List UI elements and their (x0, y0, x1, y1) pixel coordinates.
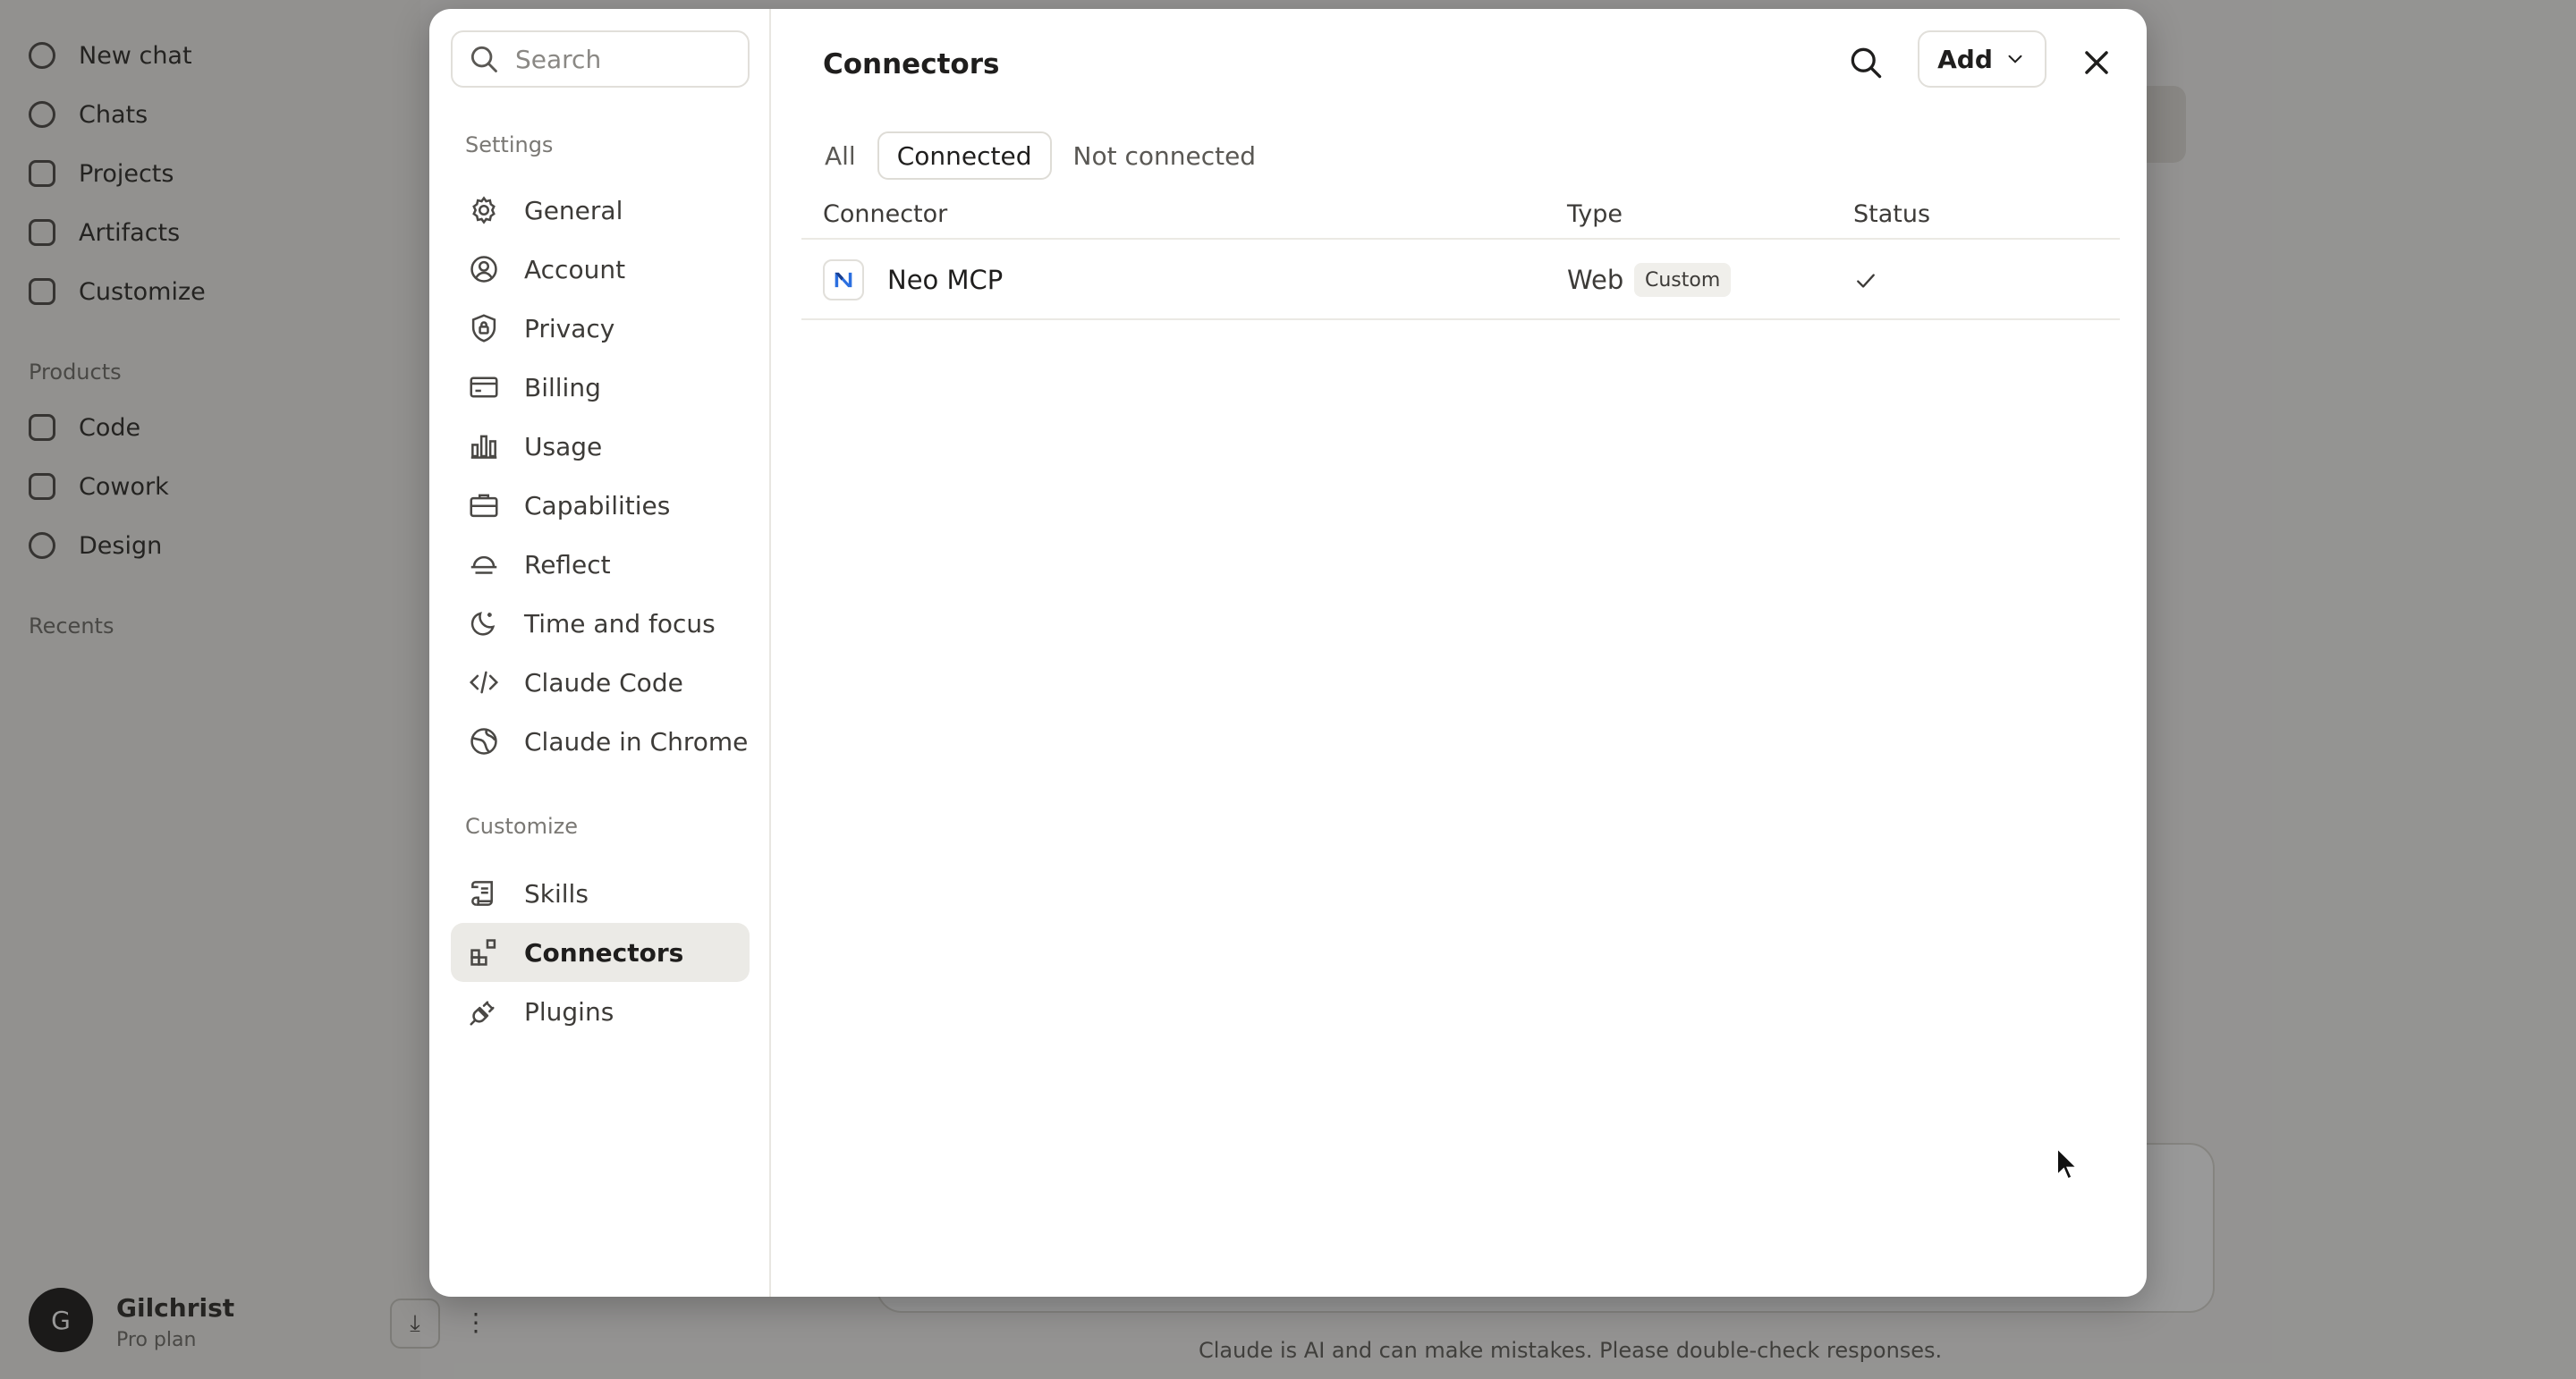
nav-capabilities[interactable]: Capabilities (451, 476, 750, 535)
shield-lock-icon (471, 314, 496, 343)
search-icon (470, 46, 497, 72)
column-header-type[interactable]: Type (1567, 200, 1623, 228)
nav-label: Plugins (524, 996, 614, 1027)
page-title: Connectors (823, 48, 1000, 80)
filter-tabs: All Connected Not connected (823, 131, 1275, 181)
settings-section-label: Settings (465, 132, 554, 157)
nav-general[interactable]: General (451, 181, 750, 240)
search-icon[interactable] (1846, 43, 1885, 82)
plug-icon (470, 1001, 495, 1026)
nav-label: Time and focus (524, 608, 716, 639)
nav-connectors[interactable]: Connectors (451, 923, 750, 982)
nav-label: Reflect (524, 549, 611, 580)
nav-billing[interactable]: Billing (451, 358, 750, 417)
table-header-divider (801, 238, 2120, 240)
nav-label: Connectors (524, 937, 684, 968)
bar-chart-icon (470, 435, 497, 459)
nav-skills[interactable]: Skills (451, 864, 750, 923)
settings-sidebar: Settings General Account Privacy Billing… (429, 9, 771, 1297)
nav-claude-in-chrome[interactable]: Claude in Chrome (451, 712, 750, 771)
mouse-cursor-icon (2056, 1146, 2079, 1180)
add-button-label: Add (1937, 44, 1993, 74)
nav-label: General (524, 195, 623, 225)
tab-all[interactable]: All (805, 131, 876, 180)
nav-label: Account (524, 254, 626, 284)
scroll-icon (471, 881, 493, 906)
settings-modal: Settings General Account Privacy Billing… (429, 9, 2147, 1297)
close-icon[interactable] (2077, 43, 2116, 82)
gear-icon (472, 196, 496, 224)
briefcase-icon (470, 494, 498, 518)
customize-section-label: Customize (465, 814, 578, 839)
checkmark-icon (1857, 274, 1875, 288)
nav-label: Billing (524, 372, 601, 402)
sunset-icon (470, 555, 497, 574)
chevron-down-icon (2008, 55, 2022, 63)
tab-not-connected[interactable]: Not connected (1054, 131, 1276, 180)
nav-label: Capabilities (524, 490, 671, 520)
credit-card-icon (470, 376, 498, 398)
globe-icon (470, 728, 497, 755)
custom-badge: Custom (1634, 263, 1732, 297)
nav-label: Claude Code (524, 667, 683, 698)
table-row-divider (801, 318, 2120, 320)
user-circle-icon (470, 256, 497, 283)
search-input[interactable] (513, 43, 732, 75)
settings-search[interactable] (451, 30, 750, 88)
add-button[interactable]: Add (1918, 30, 2046, 88)
nav-label: Usage (524, 431, 603, 461)
nav-account[interactable]: Account (451, 240, 750, 299)
nav-reflect[interactable]: Reflect (451, 535, 750, 594)
column-header-status[interactable]: Status (1853, 200, 1930, 228)
nav-label: Claude in Chrome (524, 726, 749, 757)
nav-plugins[interactable]: Plugins (451, 982, 750, 1041)
nav-label: Privacy (524, 313, 615, 343)
code-icon (469, 671, 499, 694)
nav-time-and-focus[interactable]: Time and focus (451, 594, 750, 653)
nav-privacy[interactable]: Privacy (451, 299, 750, 358)
nav-claude-code[interactable]: Claude Code (451, 653, 750, 712)
neo-mcp-logo-icon (823, 259, 864, 300)
tab-connected[interactable]: Connected (877, 131, 1052, 180)
connector-type: Web (1567, 265, 1624, 295)
nav-label: Skills (524, 878, 589, 909)
blocks-icon (470, 939, 496, 966)
nav-usage[interactable]: Usage (451, 417, 750, 476)
connector-name: Neo MCP (887, 265, 1004, 295)
moon-icon (470, 612, 496, 636)
column-header-connector[interactable]: Connector (823, 200, 947, 228)
